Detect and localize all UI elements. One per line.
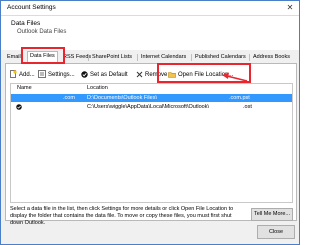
remove-x-icon (136, 71, 143, 78)
tab-published-calendars[interactable]: Published Calendars (193, 53, 248, 62)
tab-divider (191, 54, 192, 61)
checkmark-circle-icon (81, 71, 88, 78)
data-file-list: Name Location .com D:\Documents\Outlook … (10, 83, 293, 203)
new-file-icon (10, 70, 17, 79)
header-area: Data Files Outlook Data Files (1, 16, 299, 50)
set-as-default-label: Set as Default (90, 72, 128, 78)
column-header-location: Location (87, 85, 108, 91)
close-button[interactable]: Close (257, 225, 295, 239)
row-location-suffix: .com.pst (229, 95, 250, 101)
row-location: C:\Users\wiggle\AppData\Local\Microsoft\… (87, 104, 209, 110)
tell-me-more-button[interactable]: Tell Me More... (251, 208, 293, 221)
tab-sharepoint-lists[interactable]: SharePoint Lists (90, 53, 134, 62)
data-files-panel: Add... Settings... Set as Default Remove… (5, 63, 297, 226)
close-icon[interactable]: ✕ (281, 1, 299, 15)
description-text: Select a data file in the list, then cli… (10, 206, 234, 226)
account-settings-window: Account Settings ✕ Data Files Outlook Da… (0, 0, 300, 245)
window-title: Account Settings (7, 4, 56, 11)
title-bar: Account Settings ✕ (1, 1, 299, 16)
tab-divider (88, 54, 89, 61)
list-header: Name Location (11, 85, 292, 93)
toolbar: Add... Settings... Set as Default Remove… (10, 70, 294, 80)
add-button[interactable]: Add... (10, 70, 35, 80)
settings-label: Settings... (48, 72, 75, 78)
set-as-default-button[interactable]: Set as Default (81, 70, 128, 80)
row-location: D:\Documents\Outlook Files\ (87, 95, 157, 101)
tab-divider (137, 54, 138, 61)
settings-button[interactable]: Settings... (38, 70, 75, 80)
section-title: Data Files (11, 20, 41, 27)
table-row[interactable]: C:\Users\wiggle\AppData\Local\Microsoft\… (11, 103, 292, 111)
tab-internet-calendars[interactable]: Internet Calendars (139, 53, 188, 62)
settings-icon (38, 70, 46, 79)
arrow-icon (222, 72, 248, 82)
tab-address-books[interactable]: Address Books (251, 53, 292, 62)
table-row[interactable]: .com D:\Documents\Outlook Files\ .com.ps… (11, 94, 292, 102)
default-checkmark-icon (16, 104, 22, 113)
highlight-box-data-files-tab (21, 47, 65, 64)
tab-divider (249, 54, 250, 61)
add-label: Add... (19, 72, 35, 78)
row-name: .com (63, 95, 75, 101)
column-header-name: Name (17, 85, 32, 91)
section-subtitle: Outlook Data Files (17, 29, 67, 35)
row-location-suffix: .ost (243, 104, 252, 110)
